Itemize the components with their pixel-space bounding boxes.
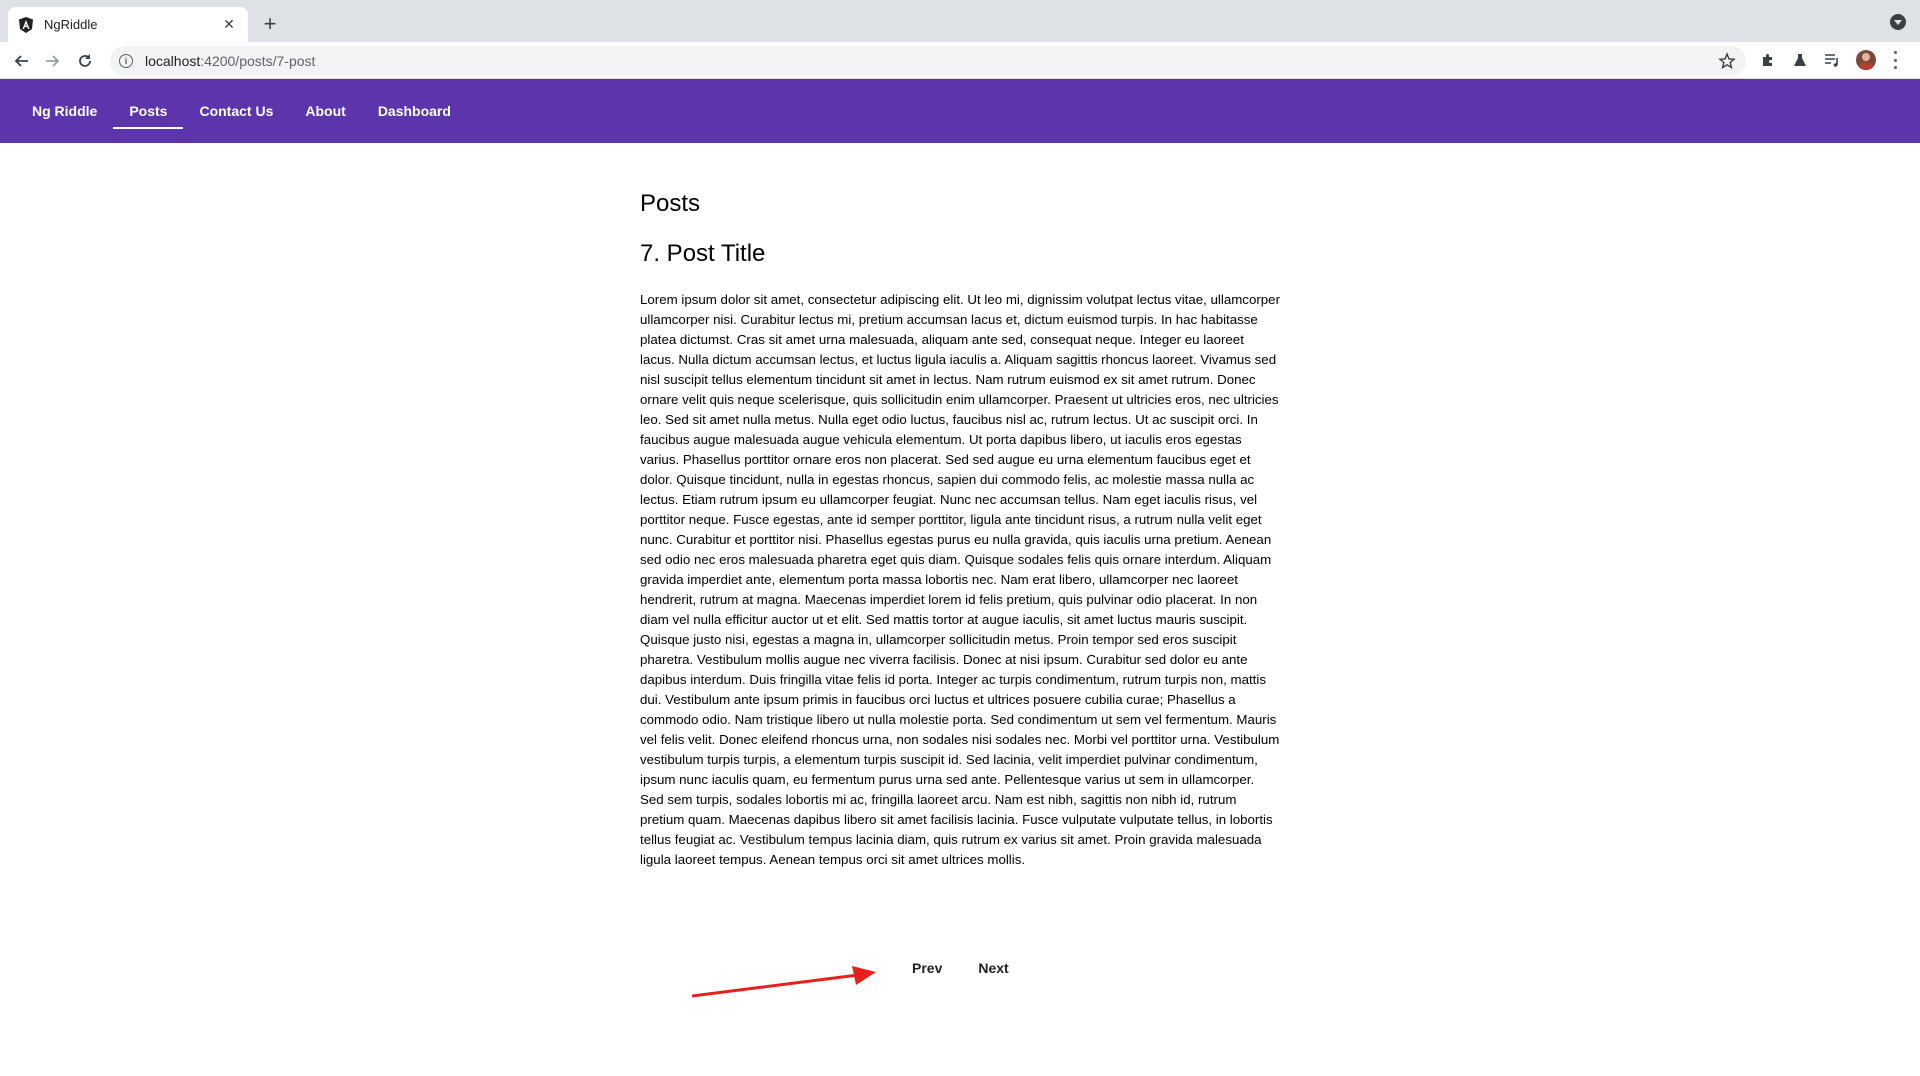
browser-toolbar: i localhost:4200/posts/7-post — [0, 42, 1920, 79]
flask-icon[interactable] — [1790, 50, 1810, 70]
avatar[interactable] — [1856, 50, 1876, 70]
kebab-menu-icon[interactable] — [1892, 51, 1898, 69]
info-icon[interactable]: i — [119, 54, 133, 68]
browser-tab[interactable]: NgRiddle ✕ — [8, 7, 248, 42]
nav-link-about[interactable]: About — [289, 79, 361, 143]
playlist-icon[interactable] — [1822, 50, 1842, 70]
forward-arrow-icon[interactable] — [42, 50, 64, 72]
reload-icon[interactable] — [74, 50, 96, 72]
tab-search-icon[interactable] — [1890, 14, 1906, 30]
puzzle-icon[interactable] — [1758, 50, 1778, 70]
browser-tabstrip: NgRiddle ✕ + — [0, 0, 1920, 42]
close-icon[interactable]: ✕ — [220, 16, 238, 34]
post-body: Lorem ipsum dolor sit amet, consectetur … — [640, 292, 1280, 867]
url-text: localhost:4200/posts/7-post — [145, 53, 316, 69]
main-content: Posts 7. Post Title Lorem ipsum dolor si… — [640, 190, 1280, 870]
pager: Prev Next — [900, 954, 1021, 982]
angular-favicon-icon — [18, 16, 34, 33]
app-navbar: Ng Riddle Posts Contact Us About Dashboa… — [0, 79, 1920, 143]
back-arrow-icon[interactable] — [10, 50, 32, 72]
nav-link-posts[interactable]: Posts — [113, 79, 184, 143]
post-title: 7. Post Title — [640, 240, 766, 267]
address-bar[interactable]: i localhost:4200/posts/7-post — [110, 46, 1746, 76]
nav-brand-link[interactable]: Ng Riddle — [16, 79, 113, 143]
tab-title: NgRiddle — [44, 17, 98, 32]
star-icon[interactable] — [1718, 52, 1736, 70]
annotation-arrow-icon — [691, 966, 876, 998]
nav-link-dashboard[interactable]: Dashboard — [362, 79, 467, 143]
prev-button[interactable]: Prev — [900, 954, 954, 982]
next-button[interactable]: Next — [966, 954, 1020, 982]
plus-icon[interactable]: + — [259, 11, 281, 36]
page-title: Posts — [640, 190, 701, 217]
nav-link-contact-us[interactable]: Contact Us — [183, 79, 289, 143]
